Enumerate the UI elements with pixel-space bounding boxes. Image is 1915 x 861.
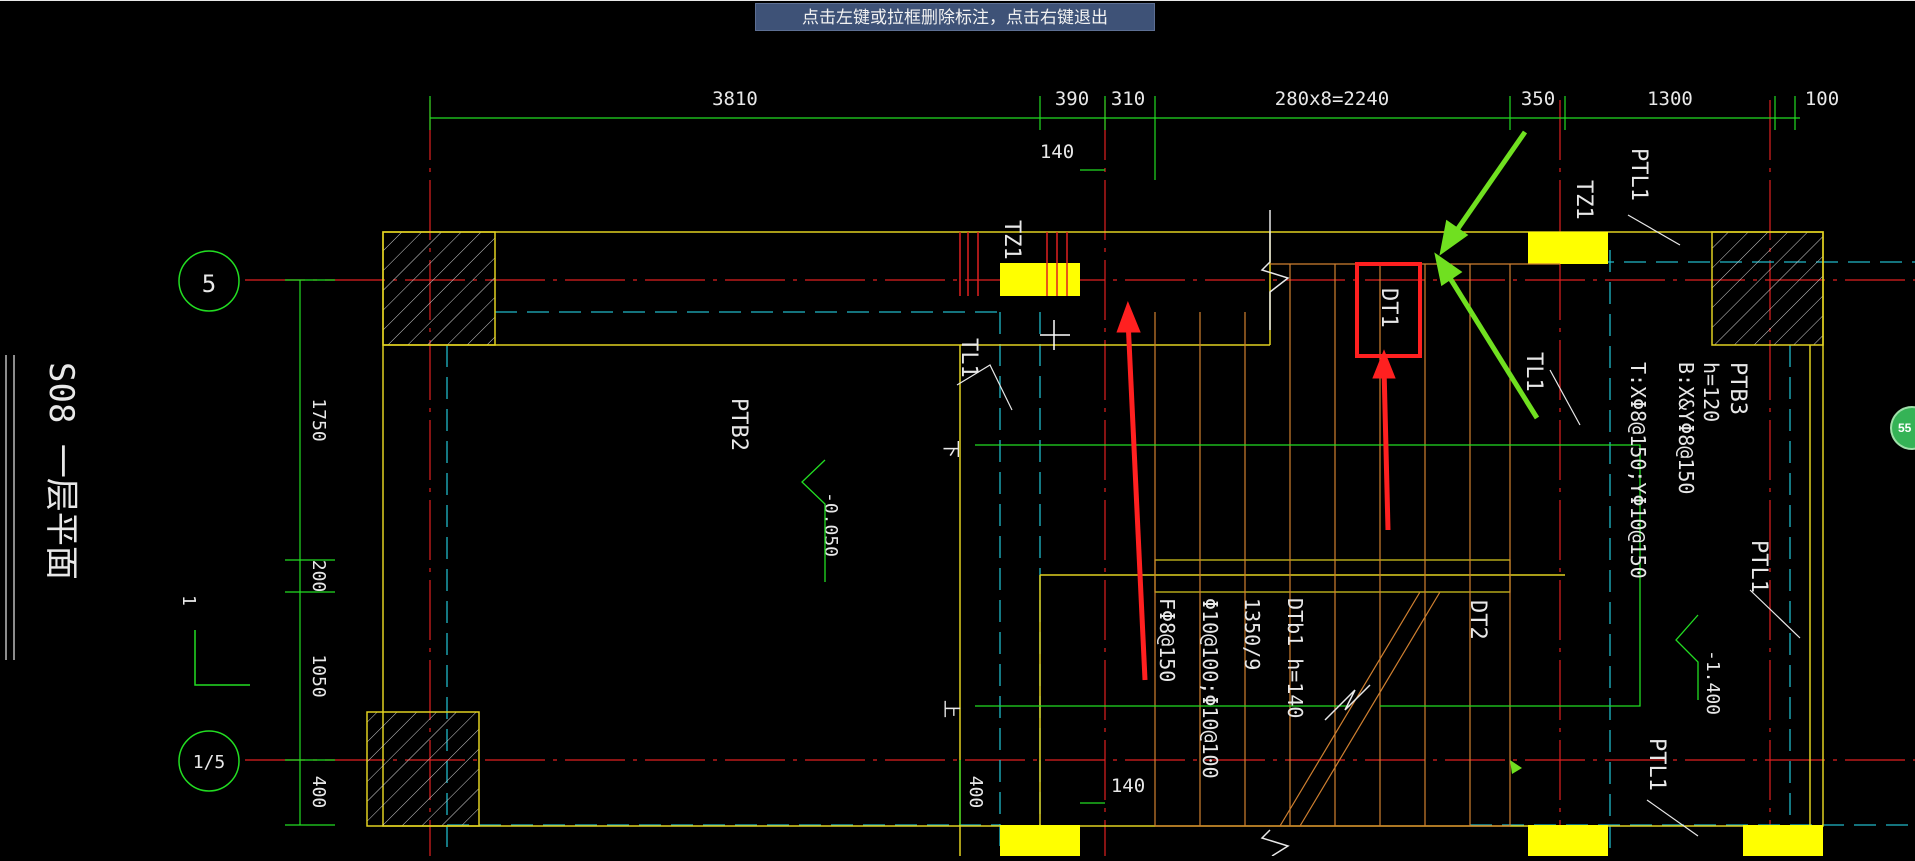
title-underline: [5, 355, 15, 660]
label-tl1-left: TL1: [956, 338, 981, 378]
sheet-title: S08 一层平面: [41, 362, 81, 580]
dim-3810: 3810: [712, 88, 758, 110]
label-tz1-right: TZ1: [1571, 180, 1596, 220]
dim-1050: 1050: [308, 654, 329, 697]
dim-400-right: 400: [965, 776, 986, 809]
label-dt2: DT2: [1465, 600, 1490, 640]
dim-140-bottom: 140: [1111, 775, 1145, 797]
dim-390: 390: [1055, 88, 1089, 110]
cad-drawing[interactable]: 5 1/5 S08 一层平面 1 3810 390 310 280x8=2240…: [0, 0, 1915, 857]
axis-bubble-5: 5: [178, 250, 240, 312]
hidden-beam-lines: [446, 250, 1915, 856]
label-ptb2: PTB2: [726, 398, 751, 451]
top-border-line: [0, 0, 1915, 1]
label-h120: h=120: [1699, 362, 1723, 422]
small-green-marker: [1510, 760, 1522, 774]
dim-140-top: 140: [1040, 141, 1074, 163]
break-lines: [1260, 210, 1371, 857]
label-rebar-1: Φ10@100;Φ10@100: [1198, 598, 1222, 779]
label-tz1-left: TZ1: [999, 220, 1024, 260]
label-bottom-rebar: B:X&YΦ8@150: [1674, 362, 1698, 494]
label-top-rebar: T:XΦ8@150;YΦ10@150: [1626, 362, 1650, 579]
section-mark-symbol: [194, 630, 250, 686]
label-down: 下: [940, 440, 961, 458]
wall-outlines: [382, 231, 1824, 856]
label-ptl1-bottom: PTL1: [1644, 738, 1669, 791]
label-dtb1: DTb1 h=140: [1283, 598, 1307, 718]
dim-100: 100: [1805, 88, 1839, 110]
label-up: 上: [940, 700, 961, 718]
label-ptb3: PTB3: [1725, 362, 1750, 415]
command-prompt-bar: 点击左键或拉框删除标注，点击右键退出: [755, 3, 1155, 31]
dim-2240: 280x8=2240: [1275, 88, 1389, 110]
label-rebar-2: FΦ8@150: [1155, 598, 1179, 682]
concrete-columns: [366, 231, 1824, 827]
label-tl1-right: TL1: [1521, 352, 1546, 392]
section-mark-label: 1: [178, 595, 199, 606]
axis-label-1-5: 1/5: [193, 752, 226, 773]
top-dimension-texts: 3810 390 310 280x8=2240 350 1300 100 140…: [712, 88, 1839, 797]
label-steps: 1350/9: [1240, 598, 1264, 670]
label-level-1400: -1.400: [1702, 650, 1723, 715]
label-ptl1-mid: PTL1: [1746, 540, 1771, 593]
cad-drawing-viewport[interactable]: 5 1/5 S08 一层平面 1 3810 390 310 280x8=2240…: [0, 0, 1915, 857]
dim-310: 310: [1111, 88, 1145, 110]
dim-200: 200: [308, 560, 329, 593]
dim-400: 400: [308, 776, 329, 809]
label-ptl1-top: PTL1: [1626, 148, 1651, 201]
dim-1750: 1750: [308, 398, 329, 441]
axis-bubble-1-5: 1/5: [178, 730, 240, 792]
axis-label-5: 5: [202, 270, 216, 298]
dim-350: 350: [1521, 88, 1555, 110]
label-dt1: DT1: [1376, 288, 1401, 328]
member-labels: TZ1 TZ1 PTL1 PTL1 PTL1 TL1 TL1 DT1 DT2 P…: [726, 148, 1771, 791]
dim-1300: 1300: [1647, 88, 1693, 110]
